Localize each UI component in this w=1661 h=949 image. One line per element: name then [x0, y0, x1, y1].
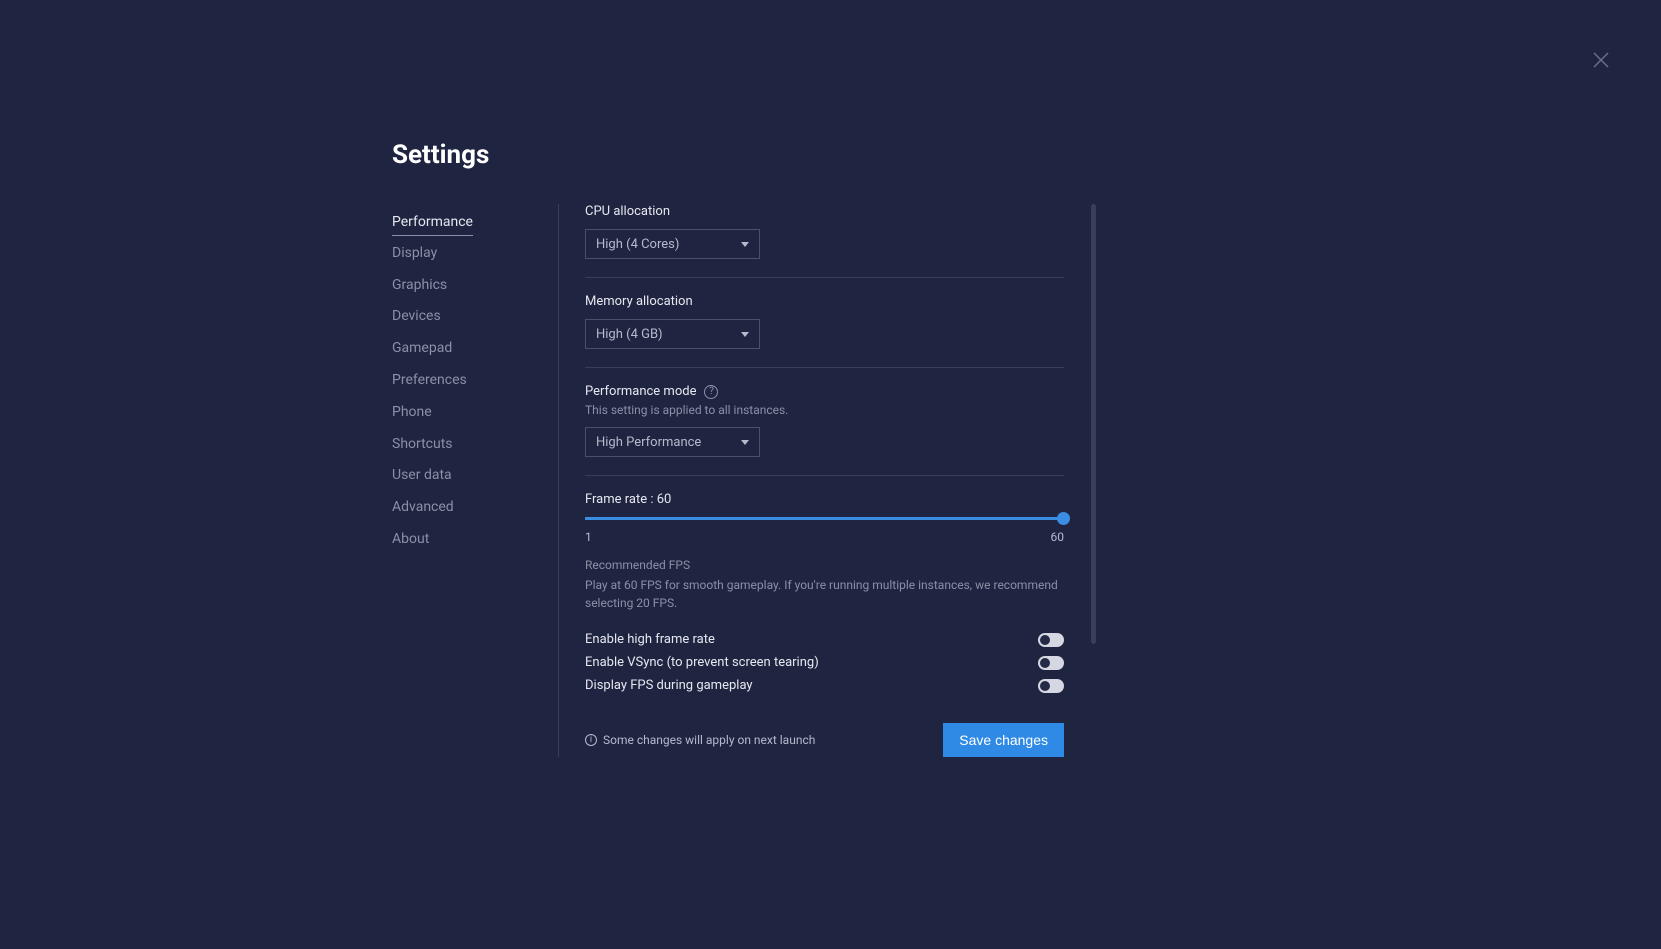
sidebar-item-preferences[interactable]: Preferences	[392, 366, 467, 395]
toggle-display-fps-label: Display FPS during gameplay	[585, 678, 753, 693]
frame-rate-min: 1	[585, 530, 592, 544]
scrollbar-track[interactable]	[1091, 204, 1096, 644]
cpu-allocation-select[interactable]: High (4 Cores)	[585, 229, 760, 259]
memory-allocation-value: High (4 GB)	[596, 327, 663, 342]
sidebar-item-advanced[interactable]: Advanced	[392, 493, 454, 522]
frame-rate-label: Frame rate : 60	[585, 492, 1064, 507]
slider-thumb[interactable]	[1057, 512, 1070, 525]
settings-sidebar: Performance Display Graphics Devices Gam…	[392, 204, 558, 757]
info-icon: i	[585, 734, 597, 746]
sidebar-item-gamepad[interactable]: Gamepad	[392, 334, 452, 363]
caret-down-icon	[741, 332, 749, 337]
save-changes-button[interactable]: Save changes	[943, 723, 1064, 757]
sidebar-item-performance[interactable]: Performance	[392, 208, 473, 236]
toggle-high-frame-rate-label: Enable high frame rate	[585, 632, 715, 647]
sidebar-item-shortcuts[interactable]: Shortcuts	[392, 430, 453, 459]
sidebar-item-phone[interactable]: Phone	[392, 398, 432, 427]
footer-note-text: Some changes will apply on next launch	[603, 733, 815, 747]
sidebar-item-user-data[interactable]: User data	[392, 461, 452, 490]
help-icon[interactable]: ?	[704, 385, 718, 399]
sidebar-item-graphics[interactable]: Graphics	[392, 271, 447, 300]
recommended-fps-body: Play at 60 FPS for smooth gameplay. If y…	[585, 576, 1064, 612]
caret-down-icon	[741, 242, 749, 247]
close-icon	[1589, 48, 1613, 72]
sidebar-item-devices[interactable]: Devices	[392, 302, 441, 331]
cpu-allocation-label: CPU allocation	[585, 204, 1064, 219]
frame-rate-slider[interactable]	[585, 517, 1064, 520]
toggle-high-frame-rate[interactable]	[1038, 633, 1064, 647]
performance-mode-label: Performance mode	[585, 384, 696, 399]
memory-allocation-select[interactable]: High (4 GB)	[585, 319, 760, 349]
memory-allocation-label: Memory allocation	[585, 294, 1064, 309]
frame-rate-max: 60	[1051, 530, 1065, 544]
toggle-vsync-label: Enable VSync (to prevent screen tearing)	[585, 655, 819, 670]
page-title: Settings	[392, 140, 1064, 170]
performance-mode-select[interactable]: High Performance	[585, 427, 760, 457]
performance-mode-value: High Performance	[596, 435, 701, 450]
cpu-allocation-value: High (4 Cores)	[596, 237, 679, 252]
sidebar-item-about[interactable]: About	[392, 525, 429, 554]
sidebar-item-display[interactable]: Display	[392, 239, 437, 268]
toggle-display-fps[interactable]	[1038, 679, 1064, 693]
caret-down-icon	[741, 440, 749, 445]
close-button[interactable]	[1589, 48, 1613, 72]
toggle-vsync[interactable]	[1038, 656, 1064, 670]
recommended-fps-title: Recommended FPS	[585, 558, 1064, 572]
performance-mode-hint: This setting is applied to all instances…	[585, 403, 1064, 417]
